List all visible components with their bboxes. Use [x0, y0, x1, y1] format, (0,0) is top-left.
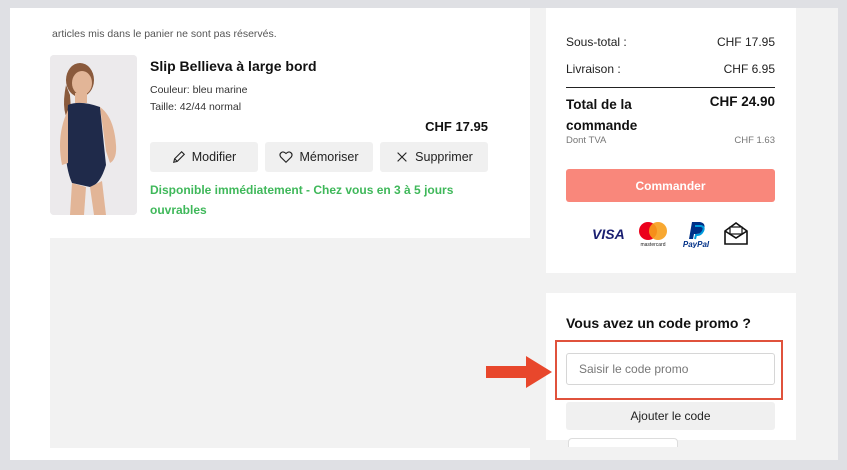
product-size: Taille: 42/44 normal	[150, 101, 242, 113]
add-code-button[interactable]: Ajouter le code	[566, 402, 775, 430]
tva-row: Dont TVA CHF 1.63	[566, 135, 775, 146]
shipping-row: Livraison : CHF 6.95	[566, 62, 775, 76]
page-margin-right	[796, 8, 838, 460]
subtotal-label: Sous-total :	[566, 35, 627, 49]
tva-value: CHF 1.63	[734, 135, 775, 146]
summary-separator	[546, 273, 796, 293]
summary-divider	[566, 87, 775, 88]
shipping-label: Livraison :	[566, 62, 621, 76]
visa-icon: VISA	[592, 226, 625, 242]
total-label: Total de la commande	[566, 97, 638, 133]
shipping-value: CHF 6.95	[723, 62, 775, 76]
svg-text:PayPal: PayPal	[683, 240, 710, 248]
save-button-label: Mémoriser	[299, 150, 359, 164]
subtotal-row: Sous-total : CHF 17.95	[566, 35, 775, 49]
availability-status: Disponible immédiatement - Chez vous en …	[150, 183, 454, 217]
pencil-icon	[172, 150, 185, 164]
product-color: Couleur: bleu marine	[150, 84, 248, 96]
product-photo-model	[50, 55, 137, 215]
total-row: Total de la commande CHF 24.90	[566, 94, 775, 136]
partial-button	[568, 438, 678, 447]
promo-code-input[interactable]	[566, 353, 775, 385]
svg-text:mastercard: mastercard	[640, 242, 665, 247]
order-button[interactable]: Commander	[566, 169, 775, 202]
delete-button[interactable]: Supprimer	[380, 142, 488, 172]
modify-button-label: Modifier	[191, 150, 237, 164]
payment-methods: VISA mastercard PayPal	[592, 220, 750, 248]
modify-button[interactable]: Modifier	[150, 142, 258, 172]
total-value: CHF 24.90	[709, 94, 775, 109]
page-frame: articles mis dans le panier ne sont pas …	[10, 8, 838, 460]
paypal-icon: PayPal	[683, 222, 710, 248]
svg-text:VISA: VISA	[592, 226, 625, 242]
delete-button-label: Supprimer	[415, 150, 473, 164]
column-separator	[530, 8, 546, 460]
close-icon	[397, 152, 407, 162]
cart-empty-area	[50, 238, 530, 448]
subtotal-value: CHF 17.95	[716, 35, 775, 49]
cart-notice: articles mis dans le panier ne sont pas …	[52, 28, 277, 40]
save-for-later-button[interactable]: Mémoriser	[265, 142, 373, 172]
invoice-envelope-icon	[724, 222, 748, 245]
mastercard-icon: mastercard	[639, 222, 667, 247]
arrow-right-icon	[486, 356, 552, 388]
product-image[interactable]	[50, 55, 137, 215]
promo-title: Vous avez un code promo ?	[566, 315, 751, 331]
heart-icon	[279, 151, 294, 164]
product-title[interactable]: Slip Bellieva à large bord	[150, 58, 317, 74]
tva-label: Dont TVA	[566, 135, 607, 146]
product-price: CHF 17.95	[425, 119, 488, 134]
